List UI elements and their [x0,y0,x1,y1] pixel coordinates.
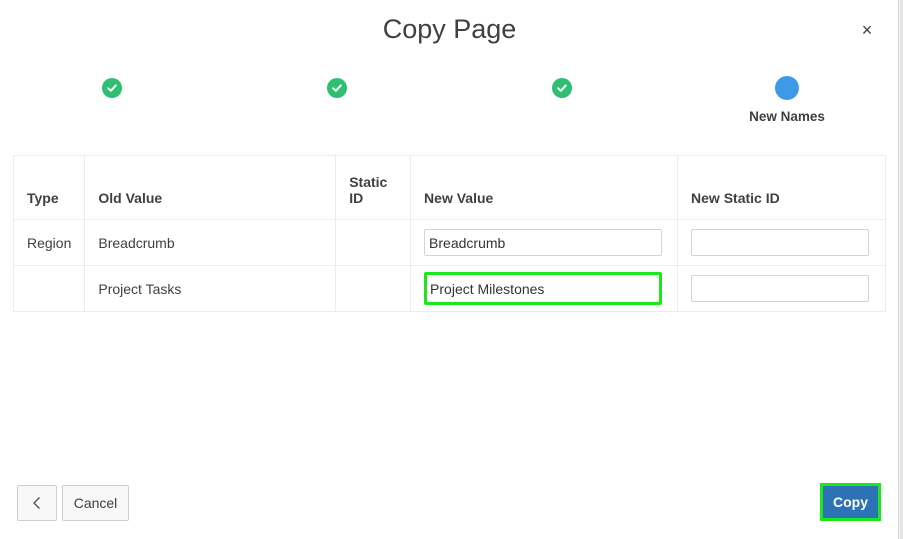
cell-new-static-id [677,265,886,312]
cell-type [12,265,86,312]
check-icon [552,78,572,98]
close-icon[interactable]: × [856,19,878,41]
current-step-icon [775,76,799,100]
column-header-static-id: Static ID [335,155,412,220]
column-header-type: Type [12,155,86,220]
chevron-left-icon [33,497,40,509]
column-header-new-value: New Value [410,155,679,220]
column-header-old-value: Old Value [84,155,337,220]
static-id-header-line2: ID [349,190,364,206]
table-header-row: Type Old Value Static ID New Value New S… [12,155,886,220]
cell-new-static-id [677,219,886,266]
cell-new-value [410,265,679,312]
cell-type: Region [12,219,86,266]
back-button[interactable] [17,485,57,521]
new-static-id-input[interactable] [691,275,870,302]
new-value-input[interactable] [424,229,663,256]
names-table: Type Old Value Static ID New Value New S… [12,155,886,312]
cancel-button[interactable]: Cancel [62,485,129,521]
cell-old-value: Project Tasks [84,265,337,312]
wizard-step-1 [42,76,182,136]
cell-static-id [335,219,412,266]
copy-page-dialog: Copy Page × New Names Type Old Value Sta… [0,0,899,539]
cell-new-value [410,219,679,266]
column-header-new-static-id: New Static ID [677,155,886,220]
table-row: Region Breadcrumb [12,219,886,266]
wizard-step-3 [492,76,632,136]
copy-button[interactable]: Copy [823,486,878,518]
new-value-input[interactable] [424,272,663,305]
check-icon [327,78,347,98]
static-id-header-line1: Static [349,174,388,190]
wizard-step-4: New Names [717,76,857,136]
new-static-id-input[interactable] [691,229,870,256]
wizard-progress: New Names [0,76,899,136]
cell-old-value: Breadcrumb [84,219,337,266]
copy-button-highlight: Copy [820,483,881,521]
cell-static-id [335,265,412,312]
table-row: Project Tasks [12,265,886,312]
wizard-step-2 [267,76,407,136]
check-icon [102,78,122,98]
wizard-step-label: New Names [749,109,825,124]
dialog-title: Copy Page [382,14,517,44]
